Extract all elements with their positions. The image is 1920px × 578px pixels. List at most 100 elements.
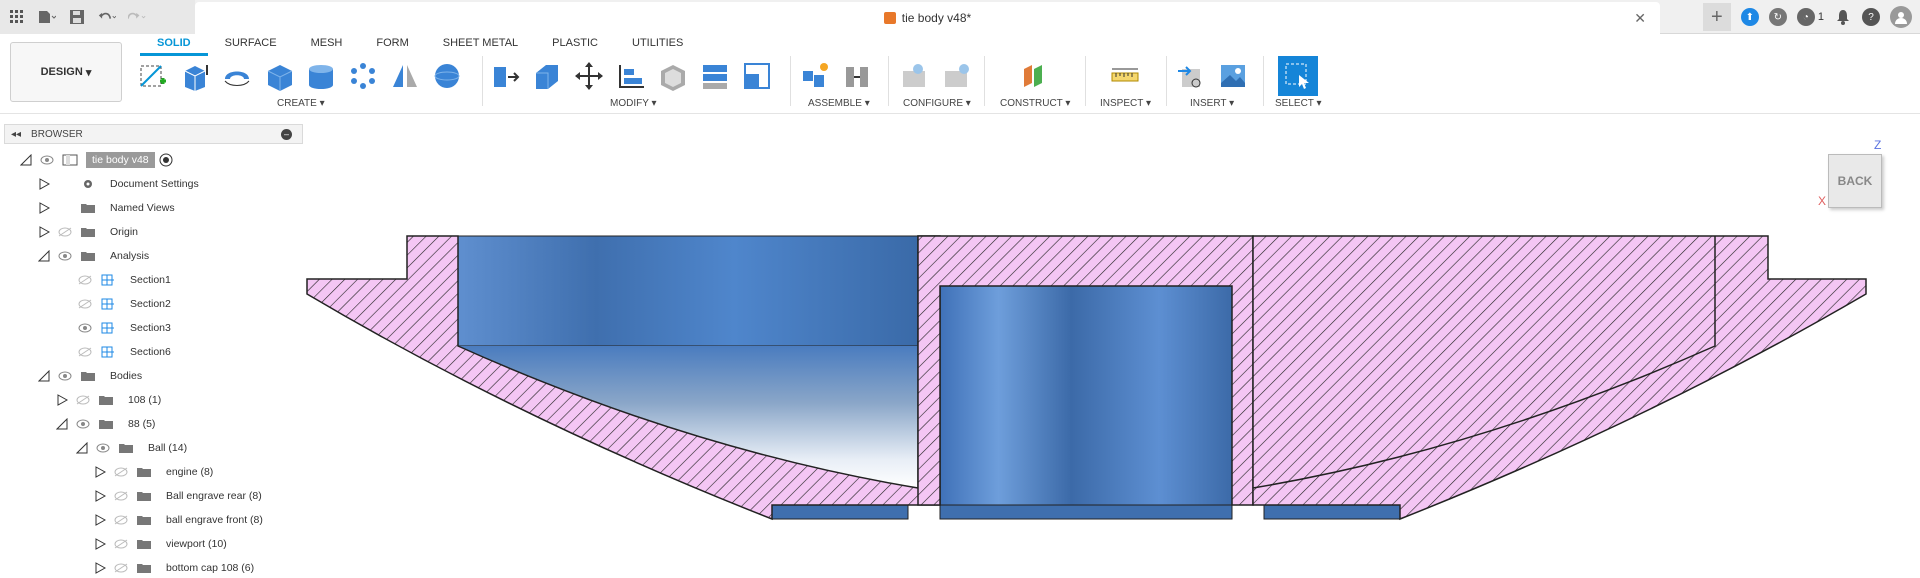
view-cube[interactable]: BACK <box>1828 154 1882 208</box>
tree-row-section1[interactable]: Section1 <box>78 270 177 290</box>
model-section-view[interactable] <box>300 222 1872 522</box>
visibility-eye-icon[interactable] <box>58 371 72 381</box>
workspace-switcher[interactable]: DESIGN ▾ <box>10 42 122 102</box>
expand-triangle-icon[interactable] <box>94 466 106 478</box>
extension-icon[interactable]: ⬆ <box>1740 8 1759 26</box>
tree-row-origin[interactable]: Origin <box>38 222 144 242</box>
tree-row-108[interactable]: 108 (1) <box>56 390 167 410</box>
visibility-eye-icon[interactable] <box>78 323 92 333</box>
redo-icon[interactable] <box>128 8 146 26</box>
tree-row-ball-engrave-rear[interactable]: Ball engrave rear (8) <box>94 486 268 506</box>
configure-group-label[interactable]: CONFIGURE ▾ <box>903 98 971 109</box>
expand-triangle-icon[interactable] <box>94 490 106 502</box>
configure-table-icon[interactable] <box>898 59 932 93</box>
tree-row-section2[interactable]: Section2 <box>78 294 177 314</box>
tree-row-viewport[interactable]: viewport (10) <box>94 534 233 554</box>
move-icon[interactable] <box>572 59 606 93</box>
expand-triangle-icon[interactable] <box>38 226 50 238</box>
inspect-group-label[interactable]: INSPECT ▾ <box>1100 98 1151 109</box>
close-tab-icon[interactable]: ✕ <box>1634 10 1646 27</box>
expand-triangle-icon[interactable] <box>94 562 106 574</box>
new-component-icon[interactable] <box>798 59 832 93</box>
insert-image-icon[interactable] <box>1216 59 1250 93</box>
measure-icon[interactable] <box>1108 59 1142 93</box>
configure-rule-icon[interactable] <box>940 59 974 93</box>
press-pull-icon[interactable] <box>488 59 522 93</box>
tree-row-named-views[interactable]: Named Views <box>38 198 181 218</box>
hidden-eye-icon[interactable] <box>58 227 72 237</box>
collapse-icon[interactable]: ◂◂ <box>11 129 21 140</box>
expand-triangle-icon[interactable] <box>38 202 50 214</box>
tab-solid[interactable]: SOLID <box>140 34 208 56</box>
insert-group-label[interactable]: INSERT ▾ <box>1190 98 1234 109</box>
browser-minimize-icon[interactable]: – <box>281 129 292 140</box>
hidden-eye-icon[interactable] <box>78 275 92 285</box>
collapse-triangle-icon[interactable] <box>38 250 50 262</box>
hidden-eye-icon[interactable] <box>78 299 92 309</box>
tree-row-section6[interactable]: Section6 <box>78 342 177 362</box>
tree-row-analysis[interactable]: Analysis <box>38 246 155 266</box>
collapse-triangle-icon[interactable] <box>38 370 50 382</box>
mirror-icon[interactable] <box>388 59 422 93</box>
sphere-icon[interactable] <box>430 59 464 93</box>
cylinder-icon[interactable] <box>304 59 338 93</box>
pattern-icon[interactable] <box>346 59 380 93</box>
visibility-eye-icon[interactable] <box>96 443 110 453</box>
combine-icon[interactable] <box>698 59 732 93</box>
hidden-eye-icon[interactable] <box>76 395 90 405</box>
save-icon[interactable] <box>68 8 86 26</box>
modify-group-label[interactable]: MODIFY ▾ <box>610 98 657 109</box>
shell-icon[interactable] <box>656 59 690 93</box>
visibility-eye-icon[interactable] <box>40 155 54 165</box>
create-sketch-icon[interactable] <box>136 59 170 93</box>
tree-row-engine[interactable]: engine (8) <box>94 462 219 482</box>
browser-header[interactable]: ◂◂ BROWSER – <box>4 124 303 144</box>
expand-triangle-icon[interactable] <box>56 394 68 406</box>
tree-row-ball[interactable]: Ball (14) <box>76 438 193 458</box>
tree-row-document-settings[interactable]: Document Settings <box>38 174 205 194</box>
activate-radio-icon[interactable] <box>159 153 173 167</box>
collapse-triangle-icon[interactable] <box>76 442 88 454</box>
assemble-group-label[interactable]: ASSEMBLE ▾ <box>808 98 870 109</box>
hidden-eye-icon[interactable] <box>78 347 92 357</box>
hidden-eye-icon[interactable] <box>114 563 128 573</box>
tab-form[interactable]: FORM <box>359 34 425 56</box>
tab-mesh[interactable]: MESH <box>294 34 360 56</box>
hidden-eye-icon[interactable] <box>114 467 128 477</box>
tree-row-root[interactable]: tie body v48 <box>20 150 173 170</box>
revolve-icon[interactable] <box>220 59 254 93</box>
hidden-eye-icon[interactable] <box>114 515 128 525</box>
collapse-triangle-icon[interactable] <box>56 418 68 430</box>
app-grid-icon[interactable] <box>8 8 26 26</box>
tree-row-bodies[interactable]: Bodies <box>38 366 148 386</box>
create-group-label[interactable]: CREATE ▾ <box>277 98 325 109</box>
hidden-eye-icon[interactable] <box>114 491 128 501</box>
tree-row-bottom-cap[interactable]: bottom cap 108 (6) <box>94 558 260 578</box>
expand-triangle-icon[interactable] <box>94 538 106 550</box>
job-status[interactable]: ◔ 1 <box>1796 8 1824 26</box>
visibility-eye-icon[interactable] <box>76 419 90 429</box>
bell-icon[interactable] <box>1834 8 1852 26</box>
tree-row-88[interactable]: 88 (5) <box>56 414 161 434</box>
document-tab[interactable]: tie body v48* ✕ <box>195 2 1660 34</box>
hidden-eye-icon[interactable] <box>114 539 128 549</box>
tab-surface[interactable]: SURFACE <box>208 34 294 56</box>
tab-utilities[interactable]: UTILITIES <box>615 34 700 56</box>
joint-icon[interactable] <box>840 59 874 93</box>
offline-icon[interactable]: ↻ <box>1768 8 1787 26</box>
collapse-triangle-icon[interactable] <box>20 154 32 166</box>
construct-group-label[interactable]: CONSTRUCT ▾ <box>1000 98 1070 109</box>
visibility-eye-icon[interactable] <box>58 251 72 261</box>
scale-icon[interactable] <box>740 59 774 93</box>
tree-row-ball-engrave-front[interactable]: ball engrave front (8) <box>94 510 269 530</box>
offset-plane-icon[interactable] <box>1018 59 1052 93</box>
extrude-icon[interactable] <box>178 59 212 93</box>
fillet-icon[interactable] <box>530 59 564 93</box>
select-group-label[interactable]: SELECT ▾ <box>1275 98 1322 109</box>
tree-row-section3[interactable]: Section3 <box>78 318 177 338</box>
align-icon[interactable] <box>614 59 648 93</box>
avatar[interactable] <box>1890 6 1912 28</box>
file-menu-icon[interactable] <box>38 8 56 26</box>
expand-triangle-icon[interactable] <box>94 514 106 526</box>
undo-icon[interactable] <box>98 8 116 26</box>
